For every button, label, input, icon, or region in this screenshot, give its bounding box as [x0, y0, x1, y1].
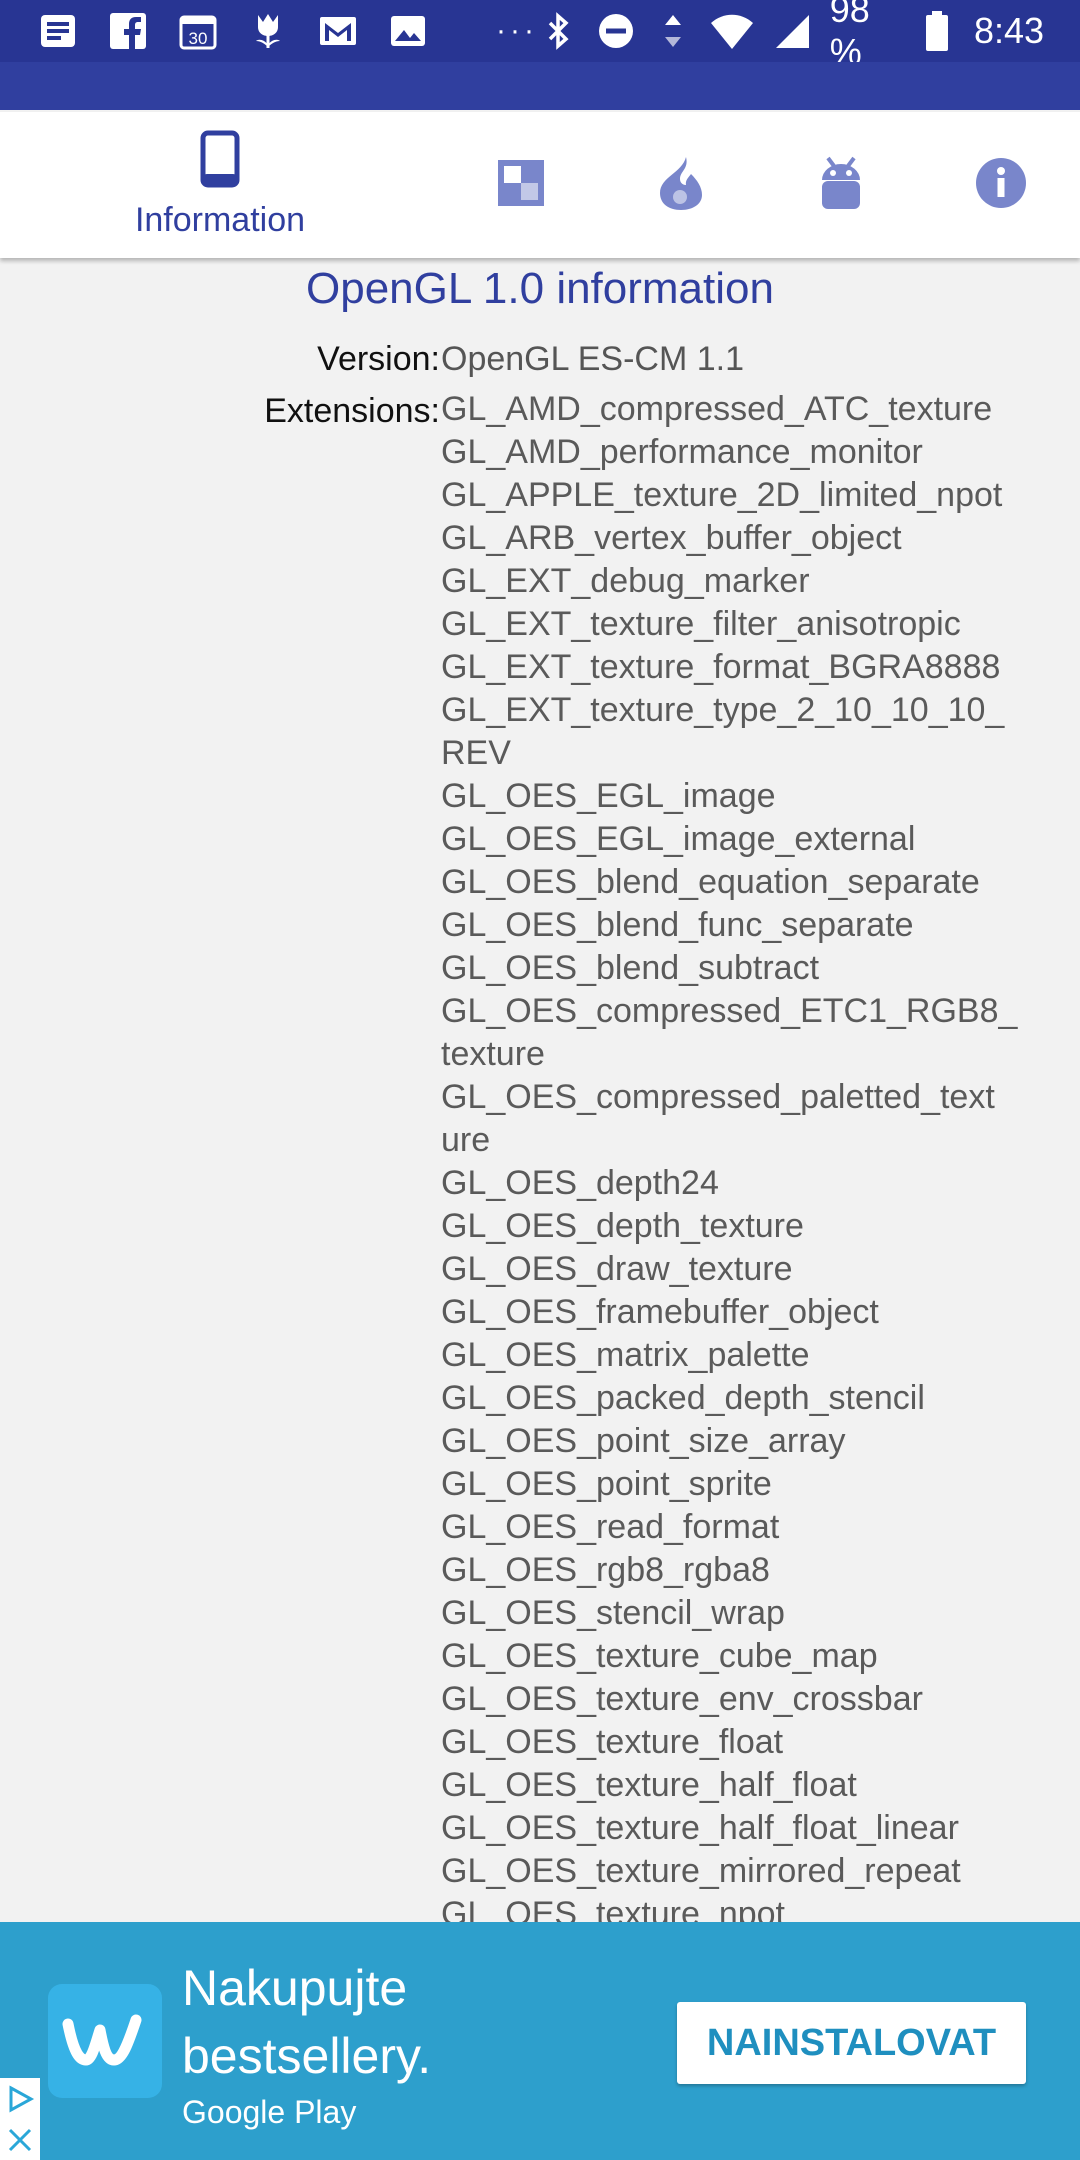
- wifi-icon: [710, 9, 754, 53]
- phone-icon: [200, 130, 240, 193]
- android-icon: [818, 154, 864, 217]
- adchoices-icon[interactable]: [0, 2078, 40, 2119]
- extension-item: GL_OES_blend_func_separate: [441, 906, 914, 944]
- tab-about[interactable]: [941, 112, 1061, 258]
- version-value: OpenGL ES-CM 1.1: [441, 340, 744, 378]
- extension-item: GL_OES_compressed_paletted_text: [441, 1078, 995, 1116]
- extension-item: GL_OES_texture_float: [441, 1723, 784, 1761]
- extensions-list: GL_AMD_compressed_ATC_texture GL_AMD_perf…: [441, 388, 1041, 1922]
- ad-store: Google Play: [182, 2094, 357, 2130]
- content-area: OpenGL 1.0 information Version: OpenGL E…: [0, 258, 1080, 1922]
- close-icon[interactable]: [0, 2119, 40, 2160]
- extension-item: GL_EXT_debug_marker: [441, 562, 810, 600]
- extension-item: GL_EXT_texture_format_BGRA8888: [441, 648, 1001, 686]
- extension-item: GL_OES_texture_mirrored_repeat: [441, 1852, 961, 1890]
- install-button[interactable]: NAINSTALOVAT: [677, 2002, 1026, 2084]
- tab-android[interactable]: [781, 112, 901, 258]
- gallery-icon: [386, 9, 430, 53]
- extension-item: GL_EXT_texture_filter_anisotropic: [441, 605, 961, 643]
- wish-logo-icon: [48, 1984, 162, 2098]
- clock: 8:43: [973, 10, 1045, 51]
- extension-item: GL_OES_point_sprite: [441, 1465, 772, 1503]
- extension-item: GL_OES_draw_texture: [441, 1250, 793, 1288]
- extension-item: GL_OES_point_size_array: [441, 1422, 846, 1460]
- extension-item: GL_OES_packed_depth_stencil: [441, 1379, 925, 1417]
- extension-item: REV: [441, 734, 511, 772]
- notes-icon: [36, 9, 80, 53]
- ad-badges: [0, 2078, 40, 2160]
- extension-item: GL_OES_texture_npot: [441, 1895, 786, 1922]
- tab-information[interactable]: Information: [100, 112, 340, 258]
- extension-item: GL_OES_texture_half_float_linear: [441, 1809, 959, 1847]
- page-title: OpenGL 1.0 information: [306, 264, 774, 313]
- extension-item: GL_OES_compressed_ETC1_RGB8_: [441, 992, 1018, 1030]
- status-bar: 30 ··· 98 % 8:43: [0, 0, 1080, 72]
- info-icon: [975, 157, 1027, 214]
- battery-icon: [918, 9, 956, 53]
- dnd-icon: [596, 9, 636, 53]
- extension-item: GL_OES_blend_equation_separate: [441, 863, 980, 901]
- tab-temperature[interactable]: [621, 112, 741, 258]
- bluetooth-icon: [538, 9, 578, 53]
- flame-icon: [658, 155, 704, 216]
- calendar-day: 30: [189, 29, 208, 48]
- tab-information-label: Information: [134, 201, 306, 239]
- extension-item: GL_OES_depth24: [441, 1164, 719, 1202]
- extension-item: GL_AMD_performance_monitor: [441, 433, 923, 471]
- app-bar: [0, 62, 1080, 110]
- tab-display[interactable]: [461, 112, 581, 258]
- calendar-icon: 30: [176, 9, 220, 53]
- extension-item: GL_OES_texture_cube_map: [441, 1637, 878, 1675]
- extensions-label: Extensions:: [264, 392, 440, 430]
- display-icon: [496, 158, 546, 213]
- gmail-icon: [316, 9, 360, 53]
- ad-title: Nakupujte bestsellery.: [182, 1960, 432, 2084]
- data-arrows-icon: [654, 9, 692, 53]
- extension-item: GL_OES_blend_subtract: [441, 949, 820, 987]
- extension-item: GL_OES_framebuffer_object: [441, 1293, 879, 1331]
- extension-item: GL_AMD_compressed_ATC_texture: [441, 390, 993, 428]
- version-label: Version:: [317, 340, 440, 378]
- extension-item: texture: [441, 1035, 545, 1073]
- extension-item: GL_OES_rgb8_rgba8: [441, 1551, 770, 1589]
- extension-item: GL_OES_depth_texture: [441, 1207, 804, 1245]
- signal-icon: [772, 9, 812, 53]
- extension-item: GL_OES_texture_half_float: [441, 1766, 857, 1804]
- extension-item: GL_OES_EGL_image_external: [441, 820, 916, 858]
- tab-bar: Information: [0, 112, 1080, 258]
- extension-item: GL_OES_EGL_image: [441, 777, 776, 815]
- notification-overflow: ···: [496, 14, 538, 47]
- facebook-icon: [106, 9, 150, 53]
- ad-banner[interactable]: Nakupujte bestsellery. Google Play NAINS…: [0, 1922, 1080, 2160]
- extension-item: GL_OES_read_format: [441, 1508, 780, 1546]
- extension-item: GL_APPLE_texture_2D_limited_npot: [441, 476, 1003, 514]
- extension-item: ure: [441, 1121, 491, 1159]
- extension-item: GL_EXT_texture_type_2_10_10_10_: [441, 691, 1005, 729]
- extension-item: GL_OES_stencil_wrap: [441, 1594, 785, 1632]
- extension-item: GL_OES_texture_env_crossbar: [441, 1680, 923, 1718]
- extension-item: GL_ARB_vertex_buffer_object: [441, 519, 902, 557]
- tulip-icon: [246, 9, 290, 53]
- extension-item: GL_OES_matrix_palette: [441, 1336, 810, 1374]
